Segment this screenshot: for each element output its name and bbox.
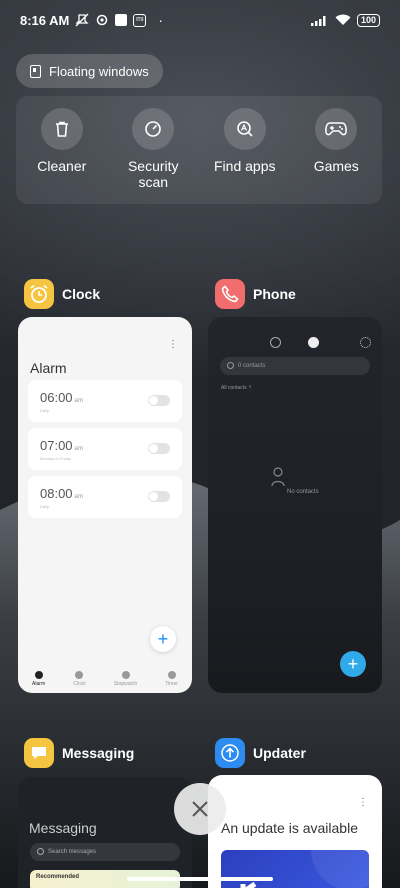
alarm-repeat: Monday to Friday — [40, 456, 71, 461]
quick-actions-panel: Cleaner Security scan Find apps Games — [16, 96, 382, 204]
app-card-phone[interactable]: 0 contacts All contacts ⇡ No contacts + — [208, 317, 382, 693]
contacts-icon — [308, 337, 319, 348]
status-dot: · — [158, 12, 164, 28]
cleaner-label: Cleaner — [37, 158, 87, 174]
tab-timer-label: Timer — [165, 681, 178, 687]
tab-alarm-label: Alarm — [32, 681, 46, 687]
alarm-tab-icon — [34, 671, 43, 679]
person-icon — [271, 467, 285, 487]
app-card-updater[interactable]: ⋮ An update is available — [208, 775, 382, 888]
more-icon: ⋮ — [358, 797, 368, 808]
app-card-messaging[interactable]: Messaging Search messages Recommended — [18, 777, 192, 888]
upload-arrow-icon — [215, 738, 245, 768]
alarm-ampm: am — [74, 494, 83, 500]
security-scan-button[interactable]: Security scan — [108, 108, 198, 204]
status-time: 8:16 AM — [20, 12, 70, 28]
alarm-item: 08:00 am Daily — [28, 476, 182, 518]
tab-clock-label: Clock — [73, 681, 86, 687]
security-scan-label: Security scan — [127, 158, 179, 190]
add-contact-button: + — [340, 651, 366, 677]
square-icon — [115, 14, 128, 26]
clock-tab-icon — [75, 671, 84, 679]
trash-icon — [55, 121, 68, 137]
app-card-clock[interactable]: ⋮ Alarm 06:00 am Daily 07:00 am Monday to … — [18, 317, 192, 693]
floating-windows-label: Floating windows — [49, 63, 149, 79]
alarm-time: 07:00 — [40, 438, 73, 453]
gamepad-icon — [325, 122, 348, 136]
tab-timer: Timer — [165, 671, 178, 687]
alarm-ampm: am — [74, 398, 83, 404]
timer-tab-icon — [167, 671, 176, 679]
add-alarm-button: + — [150, 626, 176, 652]
more-icon: ⋮ — [168, 339, 178, 350]
alarm-time: 06:00 — [40, 390, 73, 405]
games-button[interactable]: Games — [291, 108, 381, 204]
floating-window-icon — [30, 64, 41, 78]
empty-state: No contacts — [208, 467, 382, 495]
stopwatch-tab-icon — [121, 671, 130, 679]
signal-icon — [310, 16, 326, 26]
settings-icon — [97, 14, 108, 26]
find-apps-button[interactable]: Find apps — [200, 108, 290, 204]
speedometer-icon — [145, 121, 162, 137]
messages-search-placeholder: Search messages — [48, 849, 97, 855]
alarm-repeat: Daily — [40, 408, 49, 413]
alarm-toggle — [148, 491, 170, 502]
update-available-title: An update is available — [221, 820, 358, 836]
recents-icon — [270, 337, 281, 348]
chat-bubble-icon — [24, 738, 54, 768]
recommended-label: Recommended — [36, 874, 80, 880]
tab-alarm: Alarm — [32, 671, 45, 687]
alarm-toggle — [148, 395, 170, 406]
all-contacts-label: All contacts ⇡ — [221, 385, 253, 391]
settings-icon — [360, 337, 371, 348]
alarm-title: Alarm — [30, 360, 67, 376]
find-apps-label: Find apps — [214, 158, 276, 174]
alarm-ampm: am — [74, 446, 83, 452]
app-name-updater: Updater — [253, 745, 306, 761]
phone-icon — [215, 279, 245, 309]
app-name-messaging: Messaging — [62, 745, 135, 761]
alarm-repeat: Daily — [40, 504, 49, 509]
update-banner — [221, 850, 369, 888]
floating-windows-button[interactable]: Floating windows — [16, 54, 163, 88]
tab-clock: Clock — [73, 671, 86, 687]
clear-all-button[interactable] — [174, 783, 226, 835]
mute-icon — [75, 13, 89, 27]
contacts-search-input: 0 contacts — [220, 357, 370, 375]
mi-icon: mi — [133, 13, 147, 27]
no-contacts-label: No contacts — [286, 489, 319, 495]
contacts-search-placeholder: 0 contacts — [238, 363, 266, 369]
phone-tab-bar — [208, 337, 382, 351]
app-name-phone: Phone — [253, 286, 296, 302]
app-label-phone[interactable]: Phone — [215, 279, 296, 309]
cleaner-button[interactable]: Cleaner — [17, 108, 107, 204]
app-label-updater[interactable]: Updater — [215, 738, 306, 768]
wifi-icon — [335, 14, 351, 25]
app-label-messaging[interactable]: Messaging — [24, 738, 134, 768]
messages-search-input: Search messages — [30, 843, 180, 861]
games-label: Games — [313, 158, 359, 174]
tab-stopwatch: Stopwatch — [114, 671, 137, 687]
app-name-clock: Clock — [62, 286, 101, 302]
clock-tab-bar: Alarm Clock Stopwatch Timer — [18, 671, 192, 687]
alarm-time: 08:00 — [40, 486, 73, 501]
tab-stopwatch-label: Stopwatch — [113, 681, 138, 687]
messaging-title: Messaging — [29, 820, 97, 836]
search-app-icon — [236, 121, 253, 137]
battery-icon: 100 — [356, 13, 380, 27]
alarm-clock-icon — [24, 279, 54, 309]
miui-logo-icon — [240, 850, 369, 888]
app-label-clock[interactable]: Clock — [24, 279, 100, 309]
status-bar: 8:16 AM mi · 100 — [0, 0, 400, 40]
alarm-item: 07:00 am Monday to Friday — [28, 428, 182, 470]
home-indicator[interactable] — [127, 877, 273, 881]
alarm-item: 06:00 am Daily — [28, 380, 182, 422]
alarm-toggle — [148, 443, 170, 454]
close-icon — [192, 801, 208, 817]
